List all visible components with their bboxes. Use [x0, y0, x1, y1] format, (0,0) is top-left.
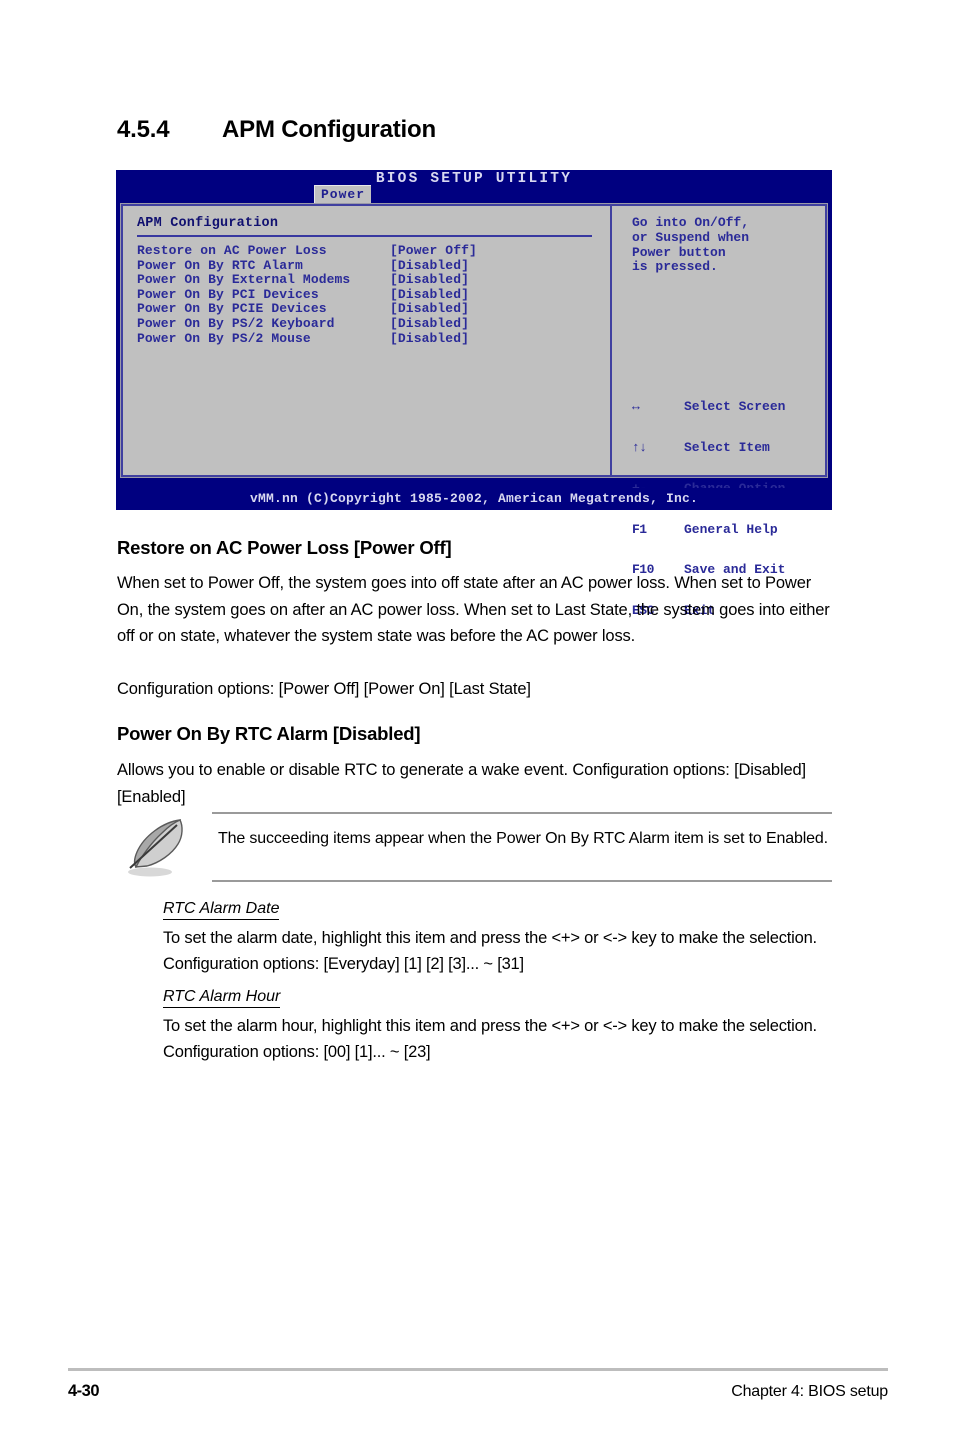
chapter-label: Chapter 4: BIOS setup — [731, 1383, 888, 1400]
bios-setting-value[interactable]: [Disabled] — [390, 287, 469, 302]
note-rule-bottom — [212, 880, 832, 882]
bios-setting-row[interactable]: Power On By PCIE Devices [Disabled] — [137, 302, 610, 317]
bios-help-text: Go into On/Off, or Suspend when Power bu… — [632, 215, 750, 275]
legend-action: Select Screen — [684, 399, 786, 415]
bios-titlebar: BIOS SETUP UTILITY Power — [116, 170, 832, 204]
bios-setting-value[interactable]: [Disabled] — [390, 272, 469, 287]
bios-setting-label: Restore on AC Power Loss — [137, 243, 327, 258]
subsection-body-rtc-alarm-date: To set the alarm date, highlight this it… — [163, 929, 817, 973]
bios-setting-value[interactable]: [Disabled] — [390, 258, 469, 273]
bios-setting-row[interactable]: Power On By PS/2 Mouse [Disabled] — [137, 330, 610, 347]
legend-row: ↔ Select Screen — [632, 400, 785, 414]
bios-setting-label: Power On By PCIE Devices — [137, 301, 327, 317]
subsection-options-restore-ac-power-loss: Configuration options: [Power Off] [Powe… — [117, 680, 531, 698]
subsection-heading-rtc-alarm: Power On By RTC Alarm [Disabled] — [117, 723, 421, 744]
document-page: 4.5.4 APM Configuration BIOS SETUP UTILIT… — [0, 0, 954, 1438]
section-title: APM Configuration — [222, 116, 436, 143]
section-number: 4.5.4 — [117, 116, 170, 143]
bios-setting-label: Power On By PS/2 Mouse — [137, 330, 311, 346]
bios-copyright-footer: vMM.nn (C)Copyright 1985-2002, American … — [116, 488, 832, 510]
bios-panel-header: APM Configuration — [137, 216, 279, 231]
subsection-body-restore-ac-power-loss: When set to Power Off, the system goes i… — [117, 574, 830, 645]
bios-setting-label: Power On By PS/2 Keyboard — [137, 315, 335, 331]
subsection-title-rtc-alarm-date: RTC Alarm Date — [163, 900, 280, 920]
page-title: 4.5.4 APM Configuration — [117, 116, 436, 144]
subsection-title-rtc-alarm-hour: RTC Alarm Hour — [163, 988, 281, 1008]
tab-power[interactable]: Power — [314, 185, 372, 204]
bios-setting-row[interactable]: Power On By RTC Alarm [Disabled] — [137, 257, 610, 274]
note-text: The succeeding items appear when the Pow… — [218, 830, 828, 847]
legend-row: F1 General Help — [632, 521, 785, 537]
bios-setting-value[interactable]: [Disabled] — [390, 301, 469, 317]
subsection-body-rtc-alarm-hour: To set the alarm hour, highlight this it… — [163, 1017, 817, 1061]
bios-settings-list: Restore on AC Power Loss [Power Off] Powe… — [137, 243, 610, 347]
note-box: The succeeding items appear when the Pow… — [117, 812, 832, 882]
bios-setting-row[interactable]: Restore on AC Power Loss [Power Off] — [137, 243, 610, 259]
page-number: 4-30 — [68, 1382, 100, 1400]
subsection-heading-restore-ac-power-loss: Restore on AC Power Loss [Power Off] — [117, 537, 452, 558]
legend-action: General Help — [684, 521, 778, 537]
bios-setting-label: Power On By RTC Alarm — [137, 257, 303, 273]
bios-setting-value[interactable]: [Power Off] — [390, 243, 477, 258]
bios-setup-figure: BIOS SETUP UTILITY Power APM Configurati… — [116, 170, 832, 617]
bios-setting-label: Power On By PCI Devices — [137, 286, 319, 302]
legend-key: ↔ — [632, 399, 640, 415]
bios-header-rule — [137, 235, 592, 237]
subsection-body-rtc-alarm: Allows you to enable or disable RTC to g… — [117, 761, 806, 806]
bios-setting-label: Power On By External Modems — [137, 272, 351, 288]
legend-key: ↑↓ — [632, 439, 647, 455]
bios-help-panel: Go into On/Off, or Suspend when Power bu… — [611, 204, 827, 617]
legend-row: ↑↓ Select Item — [632, 441, 785, 455]
bios-body: APM Configuration Restore on AC Power Lo… — [120, 203, 828, 617]
bios-setting-row[interactable]: Power On By External Modems [Disabled] — [137, 272, 610, 288]
bios-main-panel: APM Configuration Restore on AC Power Lo… — [121, 204, 611, 477]
bios-setting-row[interactable]: Power On By PS/2 Keyboard [Disabled] — [137, 315, 610, 332]
legend-key: F1 — [632, 521, 647, 537]
bios-setting-value[interactable]: [Disabled] — [390, 316, 469, 331]
footer-divider — [68, 1368, 888, 1371]
bios-title: BIOS SETUP UTILITY — [375, 171, 573, 187]
bios-setting-row[interactable]: Power On By PCI Devices [Disabled] — [137, 286, 610, 303]
quill-icon — [128, 819, 183, 877]
note-rule-top — [212, 812, 832, 814]
legend-action: Select Item — [684, 439, 770, 455]
bios-setting-value[interactable]: [Disabled] — [390, 331, 469, 346]
